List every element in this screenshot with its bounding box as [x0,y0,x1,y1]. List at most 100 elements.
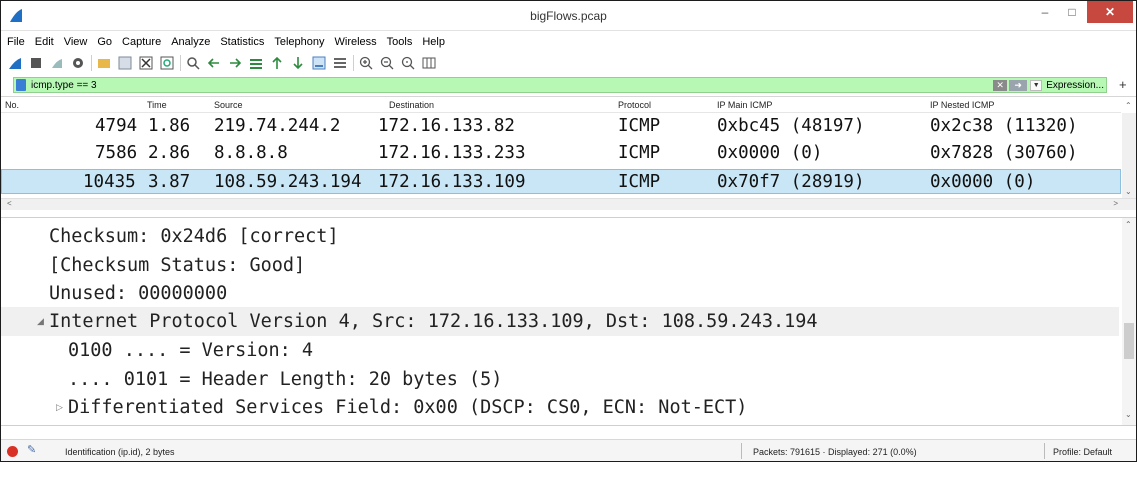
menu-go[interactable]: Go [97,36,112,48]
apply-filter-icon[interactable]: ➜ [1009,79,1028,91]
packet-bytes-pane [1,425,1136,437]
cell-time: 3.87 [148,172,191,192]
cell-time: 1.86 [148,116,191,136]
cell-time: 2.86 [148,143,191,163]
scroll-down-icon[interactable]: ⌄ [1125,187,1132,196]
detail-line[interactable]: .... 0101 = Header Length: 20 bytes (5) [1,365,1119,394]
edit-comment-icon[interactable]: ✎ [27,443,36,456]
reload-file-icon[interactable] [159,55,175,71]
find-packet-icon[interactable] [185,55,201,71]
wireshark-window: bigFlows.pcap – □ ✕ File Edit View Go Ca… [0,0,1137,462]
packet-details-pane: Checksum: 0x24d6 [correct] [Checksum Sta… [1,217,1136,426]
column-header-protocol[interactable]: Protocol [618,100,651,110]
detail-line[interactable]: ▷ Differentiated Services Field: 0x00 (D… [1,393,1119,422]
detail-line-expanded[interactable]: ◢ Internet Protocol Version 4, Src: 172.… [1,307,1119,336]
column-header-ip-nested-icmp[interactable]: IP Nested ICMP [930,100,994,110]
expression-button[interactable]: Expression... [1046,80,1104,91]
packet-row-selected[interactable]: 10435 3.87 108.59.243.194 172.16.133.109… [1,169,1121,194]
detail-line[interactable]: Unused: 00000000 [1,279,1119,308]
detail-ip-version: 0100 .... = Version: 4 [68,340,314,361]
filter-controls: ✕ ➜ ▼ Expression... [993,79,1104,91]
display-filter-bar[interactable]: icmp.type == 3 ✕ ➜ ▼ Expression... [13,77,1107,93]
detail-line[interactable]: Checksum: 0x24d6 [correct] [1,222,1119,251]
display-filter-input[interactable]: icmp.type == 3 [31,80,97,91]
expand-triangle-icon[interactable]: ▷ [56,403,63,413]
stop-capture-icon[interactable] [28,55,44,71]
status-bar: ✎ Identification (ip.id), 2 bytes Packet… [1,439,1136,461]
scrollbar-thumb[interactable] [1124,323,1134,359]
scroll-up-icon[interactable]: ⌃ [1125,101,1132,110]
restart-capture-icon[interactable] [49,55,65,71]
scroll-right-icon[interactable]: > [1113,199,1118,208]
capture-options-icon[interactable] [70,55,86,71]
menu-capture[interactable]: Capture [122,36,161,48]
column-header-source[interactable]: Source [214,100,243,110]
go-to-packet-icon[interactable] [248,55,264,71]
expert-info-icon[interactable] [7,446,18,457]
main-toolbar [1,52,1136,74]
close-button[interactable]: ✕ [1087,1,1133,23]
menu-telephony[interactable]: Telephony [274,36,324,48]
cell-source: 108.59.243.194 [214,172,362,192]
zoom-out-icon[interactable] [379,55,395,71]
menu-file[interactable]: File [7,36,25,48]
cell-ip-main-icmp: 0x0000 (0) [717,143,823,163]
minimize-button[interactable]: – [1032,1,1058,23]
autoscroll-icon[interactable] [311,55,327,71]
go-last-icon[interactable] [290,55,306,71]
start-capture-icon[interactable] [7,55,23,71]
cell-protocol: ICMP [618,116,661,136]
menu-wireless[interactable]: Wireless [335,36,377,48]
cell-destination: 172.16.133.109 [378,172,526,192]
column-header-no[interactable]: No. [5,100,19,110]
scroll-up-icon[interactable]: ⌃ [1125,220,1132,229]
detail-line[interactable]: [Checksum Status: Good] [1,251,1119,280]
zoom-reset-icon[interactable] [400,55,416,71]
detail-unused: Unused: 00000000 [49,283,228,304]
save-file-icon[interactable] [117,55,133,71]
maximize-button[interactable]: □ [1059,1,1085,23]
cell-ip-nested-icmp: 0x2c38 (11320) [930,116,1078,136]
collapse-triangle-icon[interactable]: ◢ [37,317,44,327]
packet-list-header: No. Time Source Destination Protocol IP … [1,97,1121,113]
filter-history-dropdown-icon[interactable]: ▼ [1030,79,1043,91]
packet-row[interactable]: 4794 1.86 219.74.244.2 172.16.133.82 ICM… [1,114,1121,139]
go-forward-icon[interactable] [227,55,243,71]
zoom-in-icon[interactable] [358,55,374,71]
go-back-icon[interactable] [206,55,222,71]
window-title: bigFlows.pcap [530,9,607,23]
packet-row[interactable]: 7586 2.86 8.8.8.8 172.16.133.233 ICMP 0x… [1,141,1121,166]
cell-ip-nested-icmp: 0x0000 (0) [930,172,1036,192]
detail-ipv4-header: Internet Protocol Version 4, Src: 172.16… [49,311,818,332]
cell-protocol: ICMP [618,143,661,163]
menu-statistics[interactable]: Statistics [220,36,264,48]
close-file-icon[interactable] [138,55,154,71]
cell-ip-main-icmp: 0x70f7 (28919) [717,172,865,192]
menu-view[interactable]: View [64,36,88,48]
clear-filter-icon[interactable]: ✕ [993,79,1008,91]
menu-help[interactable]: Help [422,36,445,48]
bookmark-icon[interactable] [16,79,26,91]
go-first-icon[interactable] [269,55,285,71]
menu-tools[interactable]: Tools [387,36,413,48]
packet-list-horizontal-scrollbar[interactable]: < > [1,198,1136,210]
scroll-left-icon[interactable]: < [7,199,12,208]
column-header-time[interactable]: Time [147,100,167,110]
menu-analyze[interactable]: Analyze [171,36,210,48]
profile-text[interactable]: Profile: Default [1053,447,1112,457]
cell-ip-nested-icmp: 0x7828 (30760) [930,143,1078,163]
open-file-icon[interactable] [96,55,112,71]
toolbar-separator [91,55,92,71]
column-header-ip-main-icmp[interactable]: IP Main ICMP [717,100,772,110]
scroll-down-icon[interactable]: ⌄ [1125,410,1132,419]
resize-columns-icon[interactable] [421,55,437,71]
packet-list-vertical-scrollbar[interactable]: ⌃ ⌄ [1122,101,1136,199]
status-separator [741,443,742,459]
add-filter-button[interactable]: + [1119,77,1127,92]
detail-line[interactable]: 0100 .... = Version: 4 [1,336,1119,365]
menu-edit[interactable]: Edit [35,36,54,48]
colorize-icon[interactable] [332,55,348,71]
details-vertical-scrollbar[interactable]: ⌃ ⌄ [1122,218,1136,426]
column-header-destination[interactable]: Destination [389,100,434,110]
menu-bar: File Edit View Go Capture Analyze Statis… [1,32,1136,52]
